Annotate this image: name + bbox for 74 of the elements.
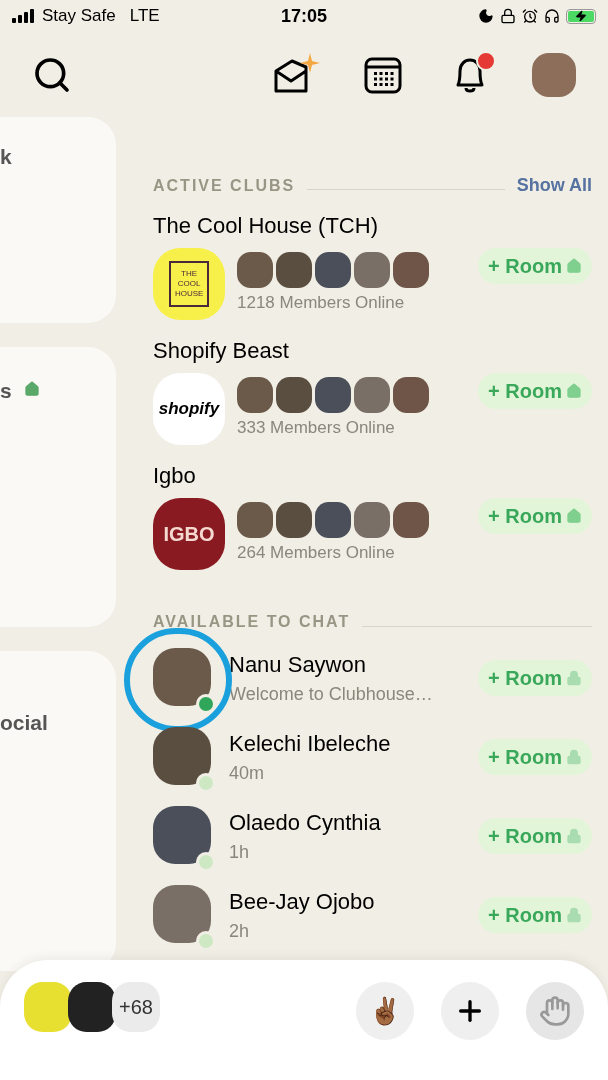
- avatar-photo-placeholder: [237, 377, 273, 414]
- moon-icon: [478, 8, 494, 24]
- person-status: Welcome to Clubhouse…: [229, 682, 433, 706]
- avatar-photo-placeholder: [237, 252, 273, 289]
- avatar-photo-placeholder: [153, 884, 211, 943]
- avatar-photo-placeholder: [393, 502, 429, 539]
- avatar-photo-placeholder: [153, 805, 211, 864]
- house-icon: [566, 508, 582, 524]
- avatar-photo-placeholder: [24, 982, 72, 1032]
- wave-button[interactable]: ✌🏾: [356, 982, 414, 1040]
- room-button[interactable]: + Room: [478, 896, 592, 933]
- avatar-photo-placeholder: [315, 502, 351, 539]
- person-status: 2h: [229, 919, 251, 943]
- house-icon: [566, 383, 582, 399]
- lock-icon: [566, 827, 582, 844]
- avatar-photo-placeholder: [393, 252, 429, 289]
- room-card[interactable]: k: [0, 117, 116, 323]
- show-all-link[interactable]: Show All: [516, 172, 592, 199]
- room-button[interactable]: + Room: [478, 659, 592, 696]
- profile-avatar[interactable]: [532, 52, 576, 97]
- network-type: LTE: [129, 5, 160, 28]
- club-name: Igbo: [153, 462, 197, 490]
- room-card[interactable]: s: [0, 347, 116, 627]
- avatar-photo-placeholder: [393, 377, 429, 414]
- card-title: ocial: [0, 710, 48, 736]
- card-title: k: [0, 144, 12, 170]
- avatar-photo-placeholder: [276, 502, 312, 539]
- avatar-photo-placeholder: [354, 252, 390, 289]
- lock-icon: [566, 669, 582, 686]
- alarm-icon: [522, 8, 538, 24]
- person-name: Nanu Saywon: [229, 650, 367, 679]
- person-name: Kelechi Ibeleche: [229, 729, 391, 758]
- avatar-photo-placeholder: [354, 377, 390, 414]
- members-online: 264 Members Online: [237, 542, 396, 565]
- hand-icon: [539, 995, 571, 1027]
- members-online: 1218 Members Online: [237, 292, 406, 315]
- room-button[interactable]: + Room: [478, 817, 592, 854]
- avatar-photo-placeholder: [315, 377, 351, 414]
- logo-text: THE COOL HOUSE: [169, 261, 209, 307]
- members-online: 333 Members Online: [237, 417, 396, 440]
- avatar-photo-placeholder: [354, 502, 390, 539]
- clock: 17:05: [280, 4, 327, 28]
- person-status: 1h: [229, 840, 251, 864]
- person-name: Bee-Jay Ojobo: [229, 887, 375, 916]
- room-button[interactable]: + Room: [478, 373, 592, 409]
- avatar-photo-placeholder: [276, 252, 312, 289]
- room-button[interactable]: + Room: [478, 248, 592, 284]
- avatar-photo-placeholder: [68, 982, 116, 1032]
- logo-text: shopify: [158, 398, 220, 421]
- battery-icon: [566, 8, 596, 24]
- logo-text: IGBO: [163, 522, 215, 547]
- lock-icon: [566, 906, 582, 923]
- avatar-photo-placeholder: [237, 502, 273, 539]
- calendar-icon[interactable]: [364, 55, 402, 94]
- signal-icon: [12, 9, 36, 23]
- room-card[interactable]: ocial: [0, 651, 116, 971]
- person-status: 40m: [229, 761, 265, 785]
- avatar-photo-placeholder: [276, 377, 312, 414]
- avatar-photo-placeholder: [153, 726, 211, 785]
- club-name: The Cool House (TCH): [153, 212, 379, 240]
- carrier-name: Stay Safe: [42, 5, 116, 28]
- section-heading: ACTIVE CLUBS: [153, 175, 296, 196]
- card-title: s: [0, 378, 12, 404]
- room-button[interactable]: + Room: [478, 738, 592, 775]
- headphones-icon: [544, 8, 560, 24]
- more-count[interactable]: +68: [112, 982, 160, 1032]
- section-heading: AVAILABLE TO CHAT: [153, 612, 351, 632]
- person-name: Olaedo Cynthia: [229, 808, 381, 837]
- avatar-photo-placeholder: [153, 647, 211, 706]
- avatar-photo-placeholder: [315, 252, 351, 289]
- lock-icon: [566, 748, 582, 765]
- room-button[interactable]: + Room: [478, 498, 592, 534]
- house-icon: [566, 258, 582, 274]
- club-name: Shopify Beast: [153, 337, 290, 365]
